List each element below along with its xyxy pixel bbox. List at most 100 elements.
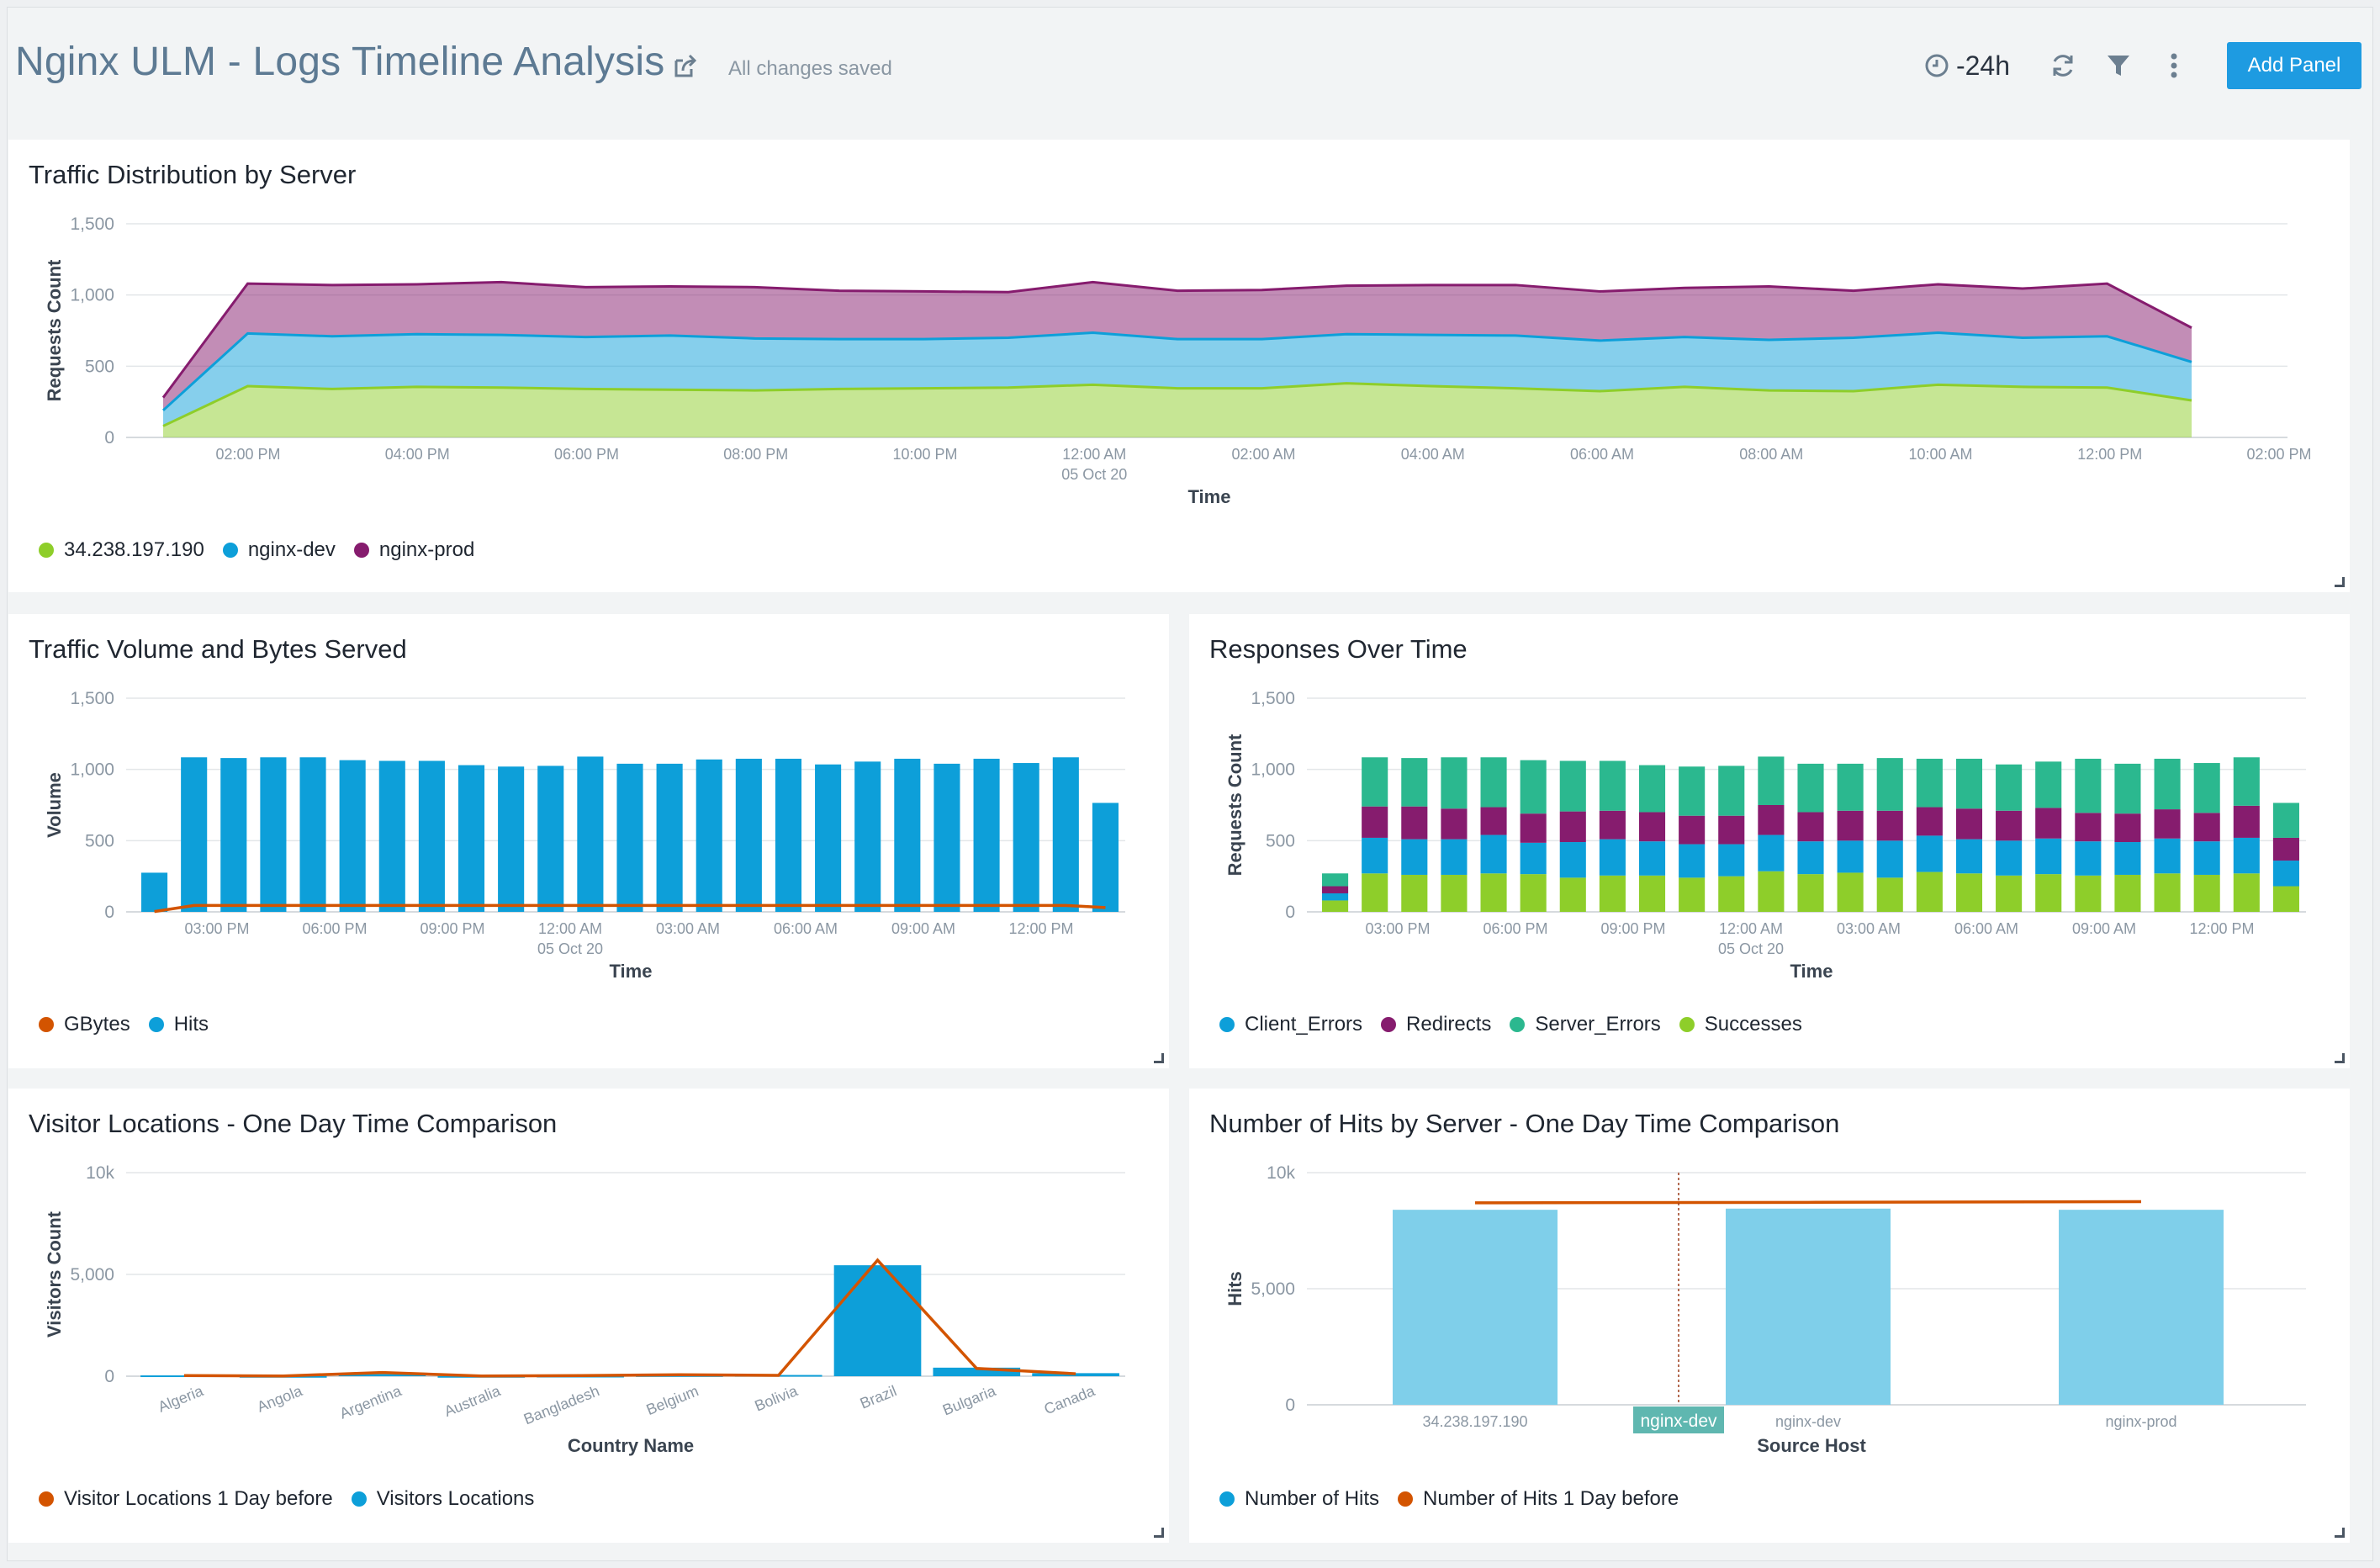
bar (1876, 758, 1903, 811)
add-panel-button[interactable]: Add Panel (2227, 42, 2361, 89)
legend-item[interactable]: Client_Errors (1219, 1013, 1362, 1036)
bar (2154, 758, 2181, 810)
traffic-distribution-chart: 0 500 1,000 1,500 Requests Count 02:00 PM 04:0… (44, 215, 2312, 507)
x-axis-title: Time (1790, 961, 1833, 982)
refresh-icon[interactable] (2048, 50, 2078, 81)
legend-hits-by-server: Number of Hits Number of Hits 1 Day befor… (1219, 1487, 1697, 1511)
x-tick-sublabel: 05 Oct 20 (1718, 940, 1784, 957)
resize-handle[interactable] (1154, 1528, 1164, 1538)
legend-swatch (148, 1017, 164, 1032)
dashboard-title[interactable]: Nginx ULM - Logs Timeline Analysis (15, 39, 664, 85)
bar (1362, 873, 1388, 912)
x-tick-label: 09:00 AM (2072, 920, 2136, 937)
bar (1480, 757, 1507, 808)
legend-traffic-volume: GBytes Hits (39, 1013, 227, 1036)
x-tick-label: 08:00 PM (723, 446, 788, 463)
share-icon[interactable] (671, 52, 700, 81)
bar (1955, 873, 1983, 912)
legend-label: Visitor Locations 1 Day before (64, 1487, 333, 1510)
bar (973, 758, 1000, 912)
resize-handle[interactable] (2335, 1528, 2345, 1538)
bar (1916, 871, 1943, 912)
bar (2193, 813, 2220, 842)
x-tick-label: 02:00 PM (215, 446, 280, 463)
x-tick-label: 04:00 PM (385, 446, 450, 463)
legend-label: Successes (1704, 1013, 1802, 1036)
x-tick-label: 10:00 AM (1908, 446, 1972, 463)
legend-label: Visitors Locations (376, 1487, 535, 1510)
bar (1559, 811, 1586, 843)
resize-handle[interactable] (1154, 1053, 1164, 1063)
x-tick-label: 09:00 PM (1600, 920, 1665, 937)
bar (2193, 841, 2220, 875)
x-tick-label: 12:00 PM (1008, 920, 1073, 937)
legend-label: Client_Errors (1245, 1013, 1363, 1036)
bar (775, 758, 802, 912)
bar (2114, 842, 2141, 875)
y-tick-label: 1,500 (70, 215, 114, 234)
bar (1520, 842, 1547, 875)
more-vertical-icon[interactable] (2159, 50, 2189, 81)
bar (1679, 766, 1706, 816)
bar (1876, 810, 1903, 841)
bar (1520, 760, 1547, 814)
panel-traffic-distribution[interactable]: 0 500 1,000 1,500 Requests Count 02:00 PM 04:0… (8, 140, 2350, 592)
y-axis-title: Volume (44, 772, 65, 838)
x-tick-label: 09:00 PM (420, 920, 484, 937)
y-tick-label: 0 (1285, 1396, 1295, 1415)
y-tick-label: 0 (1285, 903, 1295, 922)
time-range-button[interactable]: -24h (1924, 50, 2010, 82)
legend-label: Number of Hits 1 Day before (1423, 1487, 1679, 1510)
legend-item[interactable]: Hits (148, 1013, 209, 1036)
panel-responses-over-time[interactable]: 0 500 1,000 1,500 Requests Count 03:00 PM 06:0… (1189, 614, 2350, 1068)
legend-item[interactable]: nginx-prod (353, 538, 474, 562)
bar (735, 758, 762, 912)
filter-icon[interactable] (2103, 50, 2134, 81)
legend-item[interactable]: Server_Errors (1510, 1013, 1661, 1036)
y-tick-label: 10k (86, 1163, 114, 1183)
legend-label: Number of Hits (1245, 1487, 1380, 1510)
legend-item[interactable]: Visitors Locations (351, 1487, 535, 1511)
legend-item[interactable]: 34.238.197.190 (39, 538, 204, 562)
bar (577, 756, 604, 912)
bar (1679, 815, 1706, 845)
panel-hits-by-server[interactable]: 0 5,000 10k Hits 34.238.197.190 nginx-dev ngin… (1189, 1089, 2350, 1543)
bar (1441, 839, 1468, 875)
legend-item[interactable]: Redirects (1381, 1013, 1491, 1036)
legend-item[interactable]: Successes (1679, 1013, 1802, 1036)
x-tick-label: nginx-prod (2105, 1413, 2176, 1430)
x-tick-label: Australia (442, 1382, 503, 1420)
legend-item[interactable]: Number of Hits 1 Day before (1398, 1487, 1679, 1511)
header-toolbar: -24h Add Panel (1924, 42, 2361, 89)
panel-visitor-locations[interactable]: 0 5,000 10k Visitors Count Algeria Angola Arge… (8, 1089, 1169, 1543)
x-tick-label: 06:00 PM (1483, 920, 1547, 937)
bar (2075, 875, 2102, 912)
bar (1520, 813, 1547, 843)
resize-handle[interactable] (2335, 1053, 2345, 1063)
bar (1362, 806, 1388, 838)
bar (616, 763, 643, 912)
bar (1758, 834, 1785, 871)
legend-item[interactable]: Visitor Locations 1 Day before (39, 1487, 333, 1511)
legend-swatch (1510, 1017, 1526, 1032)
bar (1638, 812, 1666, 842)
resize-handle[interactable] (2335, 577, 2345, 587)
legend-item[interactable]: GBytes (39, 1013, 130, 1036)
legend-swatch (353, 543, 369, 558)
line-series (1474, 1200, 2142, 1205)
legend-item[interactable]: Number of Hits (1219, 1487, 1379, 1511)
bar (181, 757, 208, 912)
bar (1718, 844, 1745, 877)
panel-traffic-volume[interactable]: 0 500 1,000 1,500 Volume 03:00 PM 06:00 PM 09:0… (8, 614, 1169, 1068)
bar (2233, 757, 2260, 806)
bar (1638, 841, 1666, 876)
legend-item[interactable]: nginx-dev (222, 538, 336, 562)
bar (1758, 871, 1785, 912)
y-axis-title: Requests Count (1224, 734, 1246, 876)
bar (1401, 839, 1428, 875)
bar (2035, 838, 2062, 875)
y-tick-label: 10k (1267, 1163, 1295, 1183)
x-tick-label: Brazil (858, 1382, 899, 1412)
bar (1638, 875, 1666, 912)
legend-responses: Client_Errors Redirects Server_Errors Succe… (1219, 1013, 1821, 1036)
